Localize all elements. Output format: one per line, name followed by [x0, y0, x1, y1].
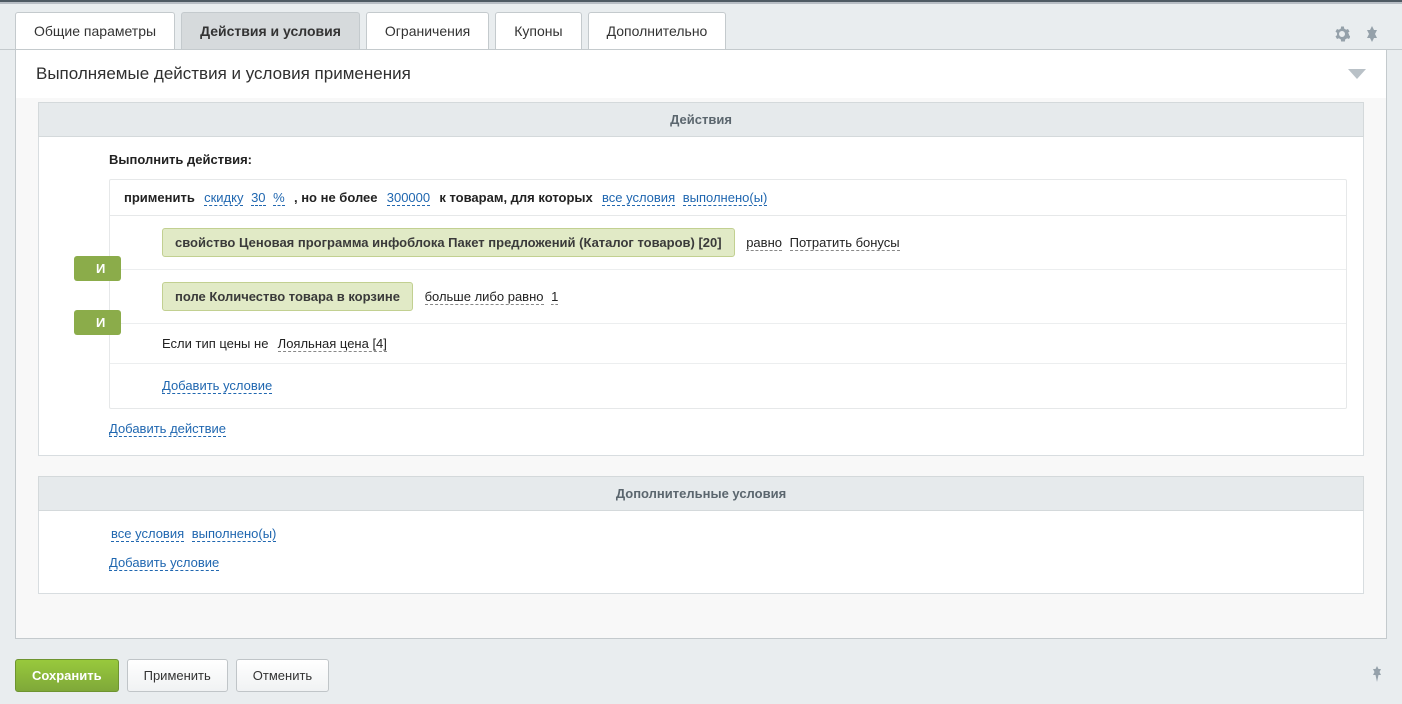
cond2-val[interactable]: 1	[551, 289, 558, 305]
conj-badge-1[interactable]: И	[74, 256, 121, 281]
all-conditions[interactable]: все условия	[602, 190, 675, 206]
cond1-val[interactable]: Потратить бонусы	[790, 235, 900, 251]
fulfilled[interactable]: выполнено(ы)	[683, 190, 768, 206]
cond1-op[interactable]: равно	[746, 235, 782, 251]
condition-row-2: поле Количество товара в корзине больше …	[110, 270, 1346, 324]
cond1-field[interactable]: свойство Ценовая программа инфоблока Пак…	[162, 228, 735, 257]
pin-footer-icon[interactable]	[1371, 666, 1387, 685]
conj-badge-2[interactable]: И	[74, 310, 121, 335]
cancel-button[interactable]: Отменить	[236, 659, 329, 692]
tab-actions[interactable]: Действия и условия	[181, 12, 360, 49]
footer-bar: Сохранить Применить Отменить	[15, 649, 1387, 704]
to-goods-text: к товарам, для которых	[439, 190, 592, 205]
rule-block: применить скидку 30 % , но не более 3000…	[109, 179, 1347, 409]
tab-extra[interactable]: Дополнительно	[588, 12, 727, 49]
section-head-extra: Дополнительные условия	[38, 476, 1364, 511]
discount-unit[interactable]: %	[273, 190, 285, 206]
extra-all-cond[interactable]: все условия	[111, 526, 184, 542]
cond3-val[interactable]: Лояльная цена [4]	[278, 336, 387, 352]
discount-amount[interactable]: 30	[251, 190, 265, 206]
tabs-bar: Общие параметры Действия и условия Огран…	[0, 2, 1402, 50]
add-condition-inner[interactable]: Добавить условие	[162, 378, 272, 394]
section-body-extra: все условия выполнено(ы) Добавить услови…	[38, 511, 1364, 594]
condition-row-1: свойство Ценовая программа инфоблока Пак…	[110, 216, 1346, 270]
tab-general[interactable]: Общие параметры	[15, 12, 175, 49]
cond2-op[interactable]: больше либо равно	[425, 289, 544, 305]
but-not-more: , но не более	[294, 190, 378, 205]
main-panel: Выполняемые действия и условия применени…	[15, 50, 1387, 639]
add-condition-extra[interactable]: Добавить условие	[109, 555, 219, 571]
add-action[interactable]: Добавить действие	[109, 421, 226, 437]
discount-type[interactable]: скидку	[204, 190, 243, 206]
collapse-icon[interactable]	[1348, 69, 1366, 79]
save-button[interactable]: Сохранить	[15, 659, 119, 692]
tab-limits[interactable]: Ограничения	[366, 12, 489, 49]
execute-label: Выполнить действия:	[42, 152, 1347, 167]
discount-limit[interactable]: 300000	[387, 190, 430, 206]
apply-text: применить	[124, 190, 195, 205]
condition-row-3: Если тип цены не Лояльная цена [4]	[110, 324, 1346, 364]
panel-title: Выполняемые действия и условия применени…	[36, 64, 411, 84]
cond2-field[interactable]: поле Количество товара в корзине	[162, 282, 413, 311]
tab-coupons[interactable]: Купоны	[495, 12, 581, 49]
pin-icon[interactable]	[1363, 25, 1381, 43]
section-head-actions: Действия	[38, 102, 1364, 137]
cond3-pre: Если тип цены не	[162, 336, 268, 351]
rule-head: применить скидку 30 % , но не более 3000…	[110, 180, 1346, 216]
gear-icon[interactable]	[1333, 25, 1351, 43]
apply-button[interactable]: Применить	[127, 659, 228, 692]
section-body-actions: Выполнить действия: применить скидку 30 …	[38, 137, 1364, 456]
extra-fulfilled[interactable]: выполнено(ы)	[192, 526, 277, 542]
